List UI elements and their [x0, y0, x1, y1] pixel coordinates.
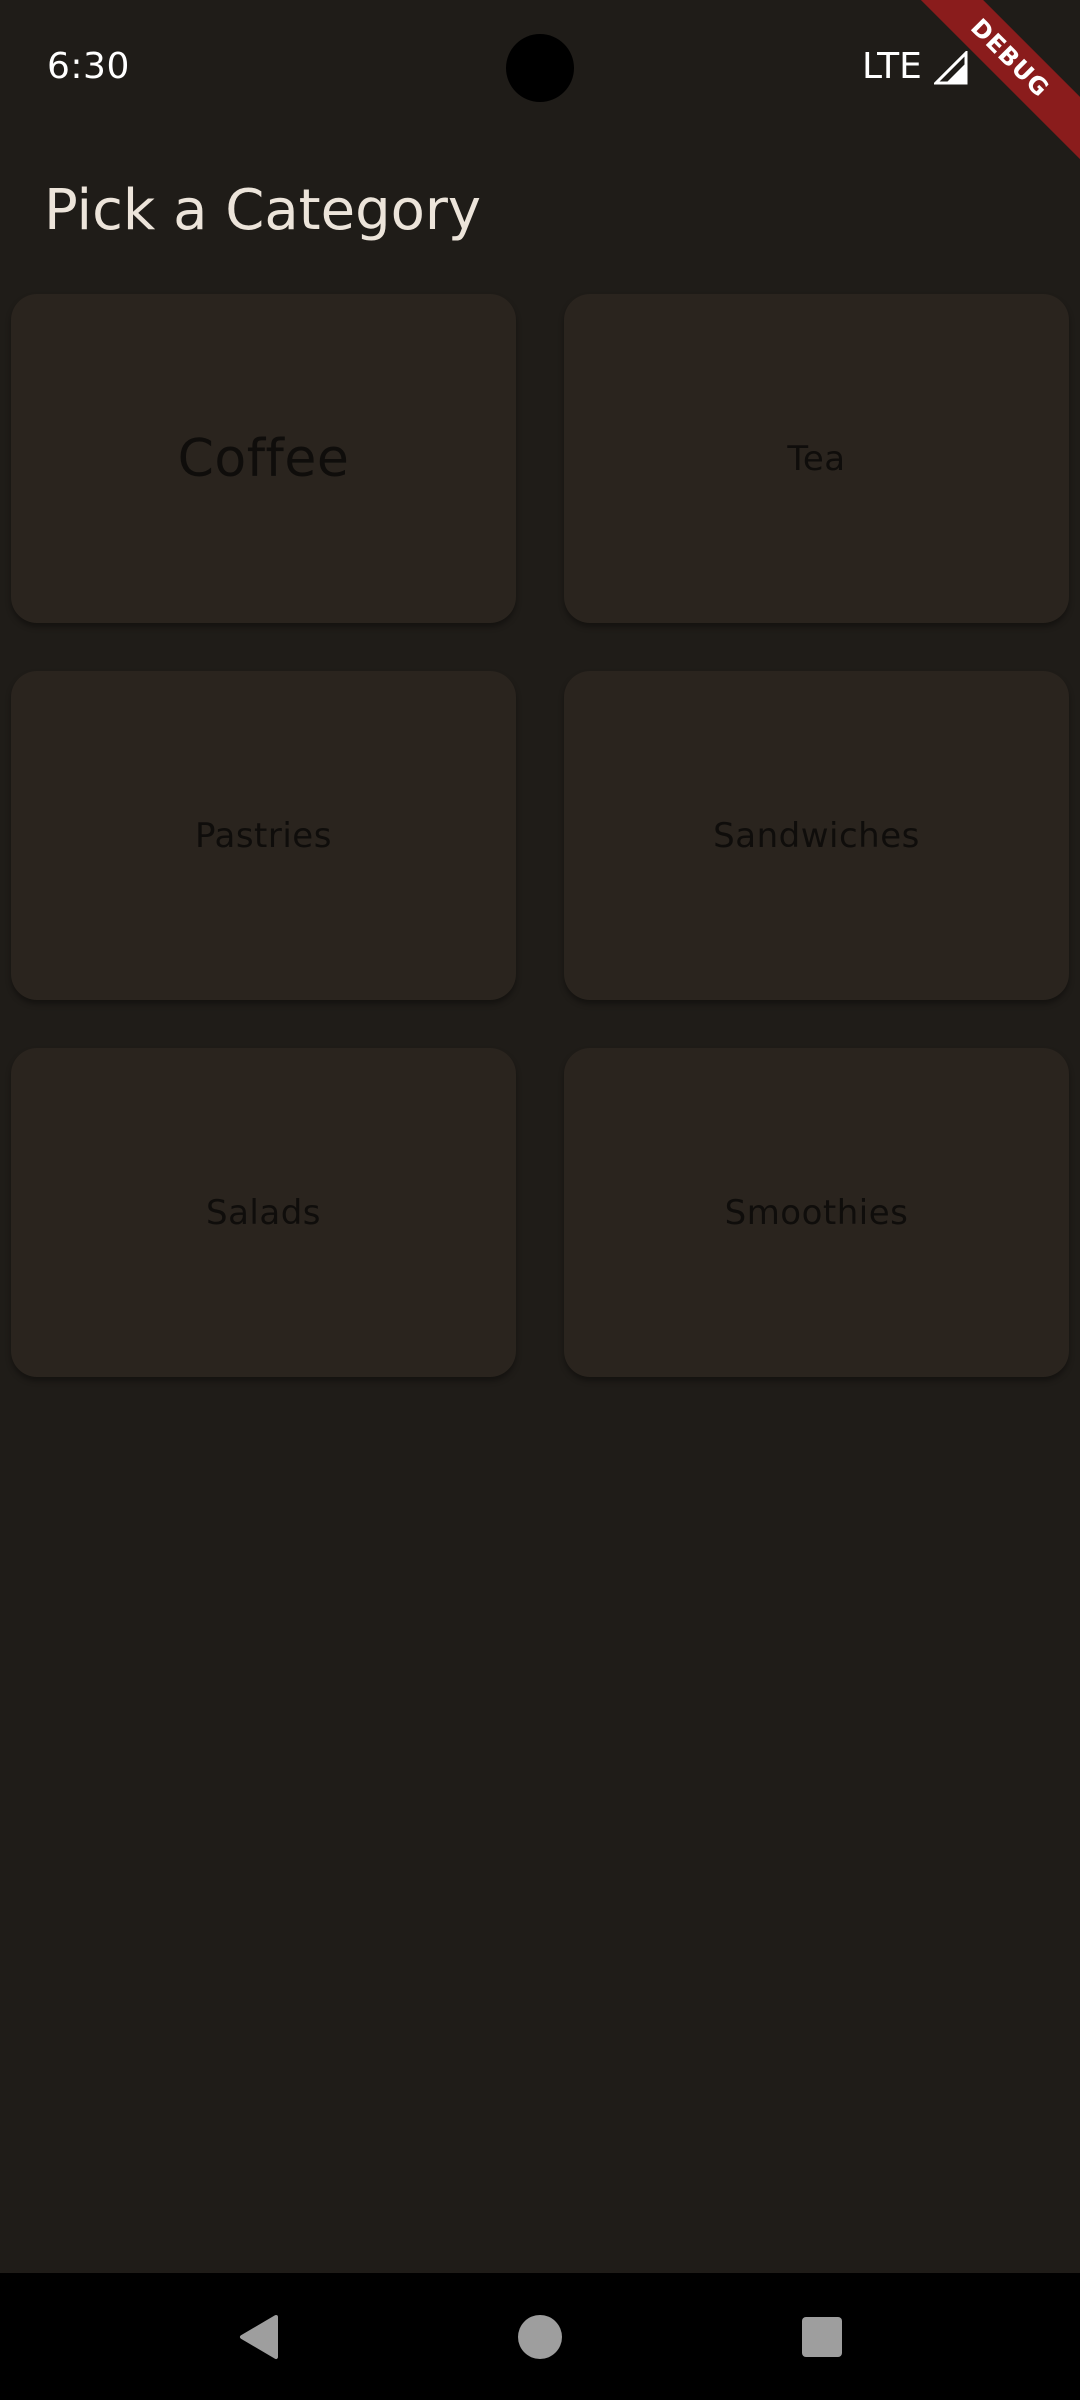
category-card-coffee[interactable]: Coffee	[11, 294, 516, 623]
category-card-salads[interactable]: Salads	[11, 1048, 516, 1377]
category-card-pastries[interactable]: Pastries	[11, 671, 516, 1000]
recents-icon	[802, 2316, 842, 2357]
category-card-label: Sandwiches	[713, 815, 920, 856]
page-title: Pick a Category	[44, 178, 482, 243]
recents-button[interactable]	[762, 2273, 882, 2400]
status-bar: 6:30 LTE	[0, 0, 1080, 136]
debug-ribbon-label: DEBUG	[920, 0, 1080, 160]
category-card-smoothies[interactable]: Smoothies	[564, 1048, 1069, 1377]
debug-banner: DEBUG	[920, 0, 1080, 160]
home-icon	[518, 2314, 562, 2359]
category-card-label: Pastries	[195, 815, 332, 856]
system-nav-bar	[0, 2273, 1080, 2400]
status-time: 6:30	[47, 46, 130, 87]
category-card-label: Smoothies	[724, 1192, 909, 1233]
home-button[interactable]	[480, 2273, 600, 2400]
back-icon	[240, 2314, 278, 2359]
network-type: LTE	[862, 46, 922, 87]
category-card-label: Tea	[787, 438, 846, 479]
category-card-sandwiches[interactable]: Sandwiches	[564, 671, 1069, 1000]
category-card-tea[interactable]: Tea	[564, 294, 1069, 623]
camera-cutout	[506, 34, 574, 102]
back-button[interactable]	[198, 2273, 318, 2400]
category-card-label: Salads	[206, 1192, 321, 1233]
category-card-label: Coffee	[177, 428, 350, 489]
